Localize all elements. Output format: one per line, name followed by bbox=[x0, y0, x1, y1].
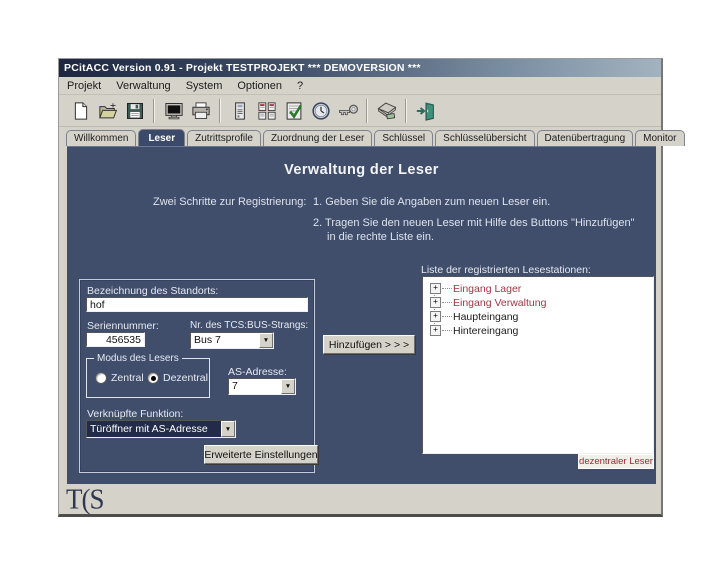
as-adresse-value: 7 bbox=[232, 380, 238, 392]
add-reader-button[interactable]: Hinzufügen > > > bbox=[323, 335, 415, 354]
tab-schluesseluebersicht[interactable]: Schlüsselübersicht bbox=[435, 130, 534, 146]
modus-label: Modus des Lesers bbox=[94, 353, 182, 364]
tab-zuordnung-der-leser[interactable]: Zuordnung der Leser bbox=[263, 130, 372, 146]
menu-item-system[interactable]: System bbox=[186, 80, 223, 92]
clock-icon bbox=[311, 101, 331, 121]
menu-item-optionen[interactable]: Optionen bbox=[237, 80, 282, 92]
leser-tab-panel: Verwaltung der Leser Zwei Schritte zur R… bbox=[67, 146, 656, 484]
toolbar-separator bbox=[153, 99, 155, 123]
registered-readers-list[interactable]: + Eingang Lager + Eingang Verwaltung + H… bbox=[422, 276, 654, 454]
bus-strang-select[interactable]: Bus 7 ▼ bbox=[190, 332, 274, 349]
window-title: PCitACC Version 0.91 - Projekt TESTPROJE… bbox=[64, 62, 421, 74]
tab-datenuebertragung[interactable]: Datenübertragung bbox=[537, 130, 634, 146]
clock-button[interactable] bbox=[307, 98, 334, 124]
open-folder-button[interactable] bbox=[94, 98, 121, 124]
monitor-icon bbox=[164, 101, 184, 121]
chevron-down-icon[interactable]: ▼ bbox=[281, 379, 295, 394]
as-adresse-label: AS-Adresse: bbox=[228, 366, 287, 378]
instruction-step-2: 2. Tragen Sie den neuen Leser mit Hilfe … bbox=[313, 217, 635, 229]
funktion-label: Verknüpfte Funktion: bbox=[87, 408, 183, 420]
expand-icon[interactable]: + bbox=[430, 325, 441, 336]
bus-strang-value: Bus 7 bbox=[194, 334, 221, 346]
tab-willkommen[interactable]: Willkommen bbox=[66, 130, 136, 146]
new-document-icon bbox=[71, 101, 91, 121]
title-bar[interactable]: PCitACC Version 0.91 - Projekt TESTPROJE… bbox=[59, 59, 661, 77]
list-item[interactable]: + Haupteingang bbox=[430, 310, 518, 323]
exit-application-icon bbox=[415, 101, 437, 121]
modus-groupbox: Modus des Lesers Zentral Dezentral bbox=[86, 358, 210, 398]
list-item[interactable]: + Hintereingang bbox=[430, 324, 518, 337]
tree-dash bbox=[442, 302, 452, 303]
check-clipboard-icon bbox=[284, 101, 304, 121]
new-reader-form: Bezeichnung des Standorts: Seriennummer:… bbox=[79, 279, 315, 473]
menu-bar: Projekt Verwaltung System Optionen ? bbox=[59, 77, 661, 95]
print-icon bbox=[191, 101, 211, 121]
print-button[interactable] bbox=[187, 98, 214, 124]
expand-icon[interactable]: + bbox=[430, 311, 441, 322]
toolbar-separator bbox=[405, 99, 407, 123]
radio-dezentral-icon bbox=[147, 372, 159, 384]
menu-item-help[interactable]: ? bbox=[297, 80, 303, 92]
seriennummer-input[interactable] bbox=[86, 332, 145, 347]
save-icon bbox=[125, 101, 145, 121]
expand-icon[interactable]: + bbox=[430, 283, 441, 294]
key-icon bbox=[337, 101, 359, 121]
funktion-value: Türöffner mit AS-Adresse bbox=[90, 423, 208, 435]
open-folder-icon bbox=[98, 101, 118, 121]
registered-readers-label: Liste der registrierten Lesestationen: bbox=[421, 264, 591, 276]
card-reader-button[interactable] bbox=[373, 98, 400, 124]
tree-dash bbox=[442, 330, 452, 331]
tab-schluessel[interactable]: Schlüssel bbox=[374, 130, 433, 146]
schedule-grid-icon bbox=[257, 101, 277, 121]
standort-label: Bezeichnung des Standorts: bbox=[87, 285, 218, 297]
tab-zutrittsprofile[interactable]: Zutrittsprofile bbox=[187, 130, 261, 146]
intro-label: Zwei Schritte zur Registrierung: bbox=[153, 196, 306, 208]
chevron-down-icon[interactable]: ▼ bbox=[221, 421, 235, 437]
radio-zentral[interactable]: Zentral bbox=[95, 372, 144, 384]
monitor-button[interactable] bbox=[160, 98, 187, 124]
application-window: PCitACC Version 0.91 - Projekt TESTPROJE… bbox=[58, 58, 663, 517]
schedule-grid-button[interactable] bbox=[253, 98, 280, 124]
footer-bar: T(S bbox=[59, 484, 661, 514]
advanced-settings-button[interactable]: Erweiterte Einstellungen bbox=[204, 445, 318, 464]
card-reader-icon bbox=[376, 101, 398, 121]
tree-dash bbox=[442, 316, 452, 317]
screenshot-page: PCitACC Version 0.91 - Projekt TESTPROJE… bbox=[0, 0, 720, 570]
toolbar-separator bbox=[219, 99, 221, 123]
tcs-logo: T(S bbox=[66, 485, 104, 513]
toolbar-separator bbox=[366, 99, 368, 123]
radio-dezentral[interactable]: Dezentral bbox=[147, 372, 208, 384]
key-button[interactable] bbox=[334, 98, 361, 124]
reader-list-icon bbox=[230, 101, 250, 121]
expand-icon[interactable]: + bbox=[430, 297, 441, 308]
status-badge: dezentraler Leser bbox=[578, 454, 654, 469]
radio-zentral-icon bbox=[95, 372, 107, 384]
instruction-step-2-continued: in die rechte Liste ein. bbox=[327, 231, 434, 243]
toolbar bbox=[59, 95, 661, 127]
standort-input[interactable] bbox=[86, 297, 308, 312]
tree-dash bbox=[442, 288, 452, 289]
check-clipboard-button[interactable] bbox=[280, 98, 307, 124]
list-item[interactable]: + Eingang Lager bbox=[430, 282, 521, 295]
as-adresse-select[interactable]: 7 ▼ bbox=[228, 378, 296, 395]
tab-leser[interactable]: Leser bbox=[138, 129, 185, 146]
page-title: Verwaltung der Leser bbox=[67, 162, 656, 178]
menu-item-verwaltung[interactable]: Verwaltung bbox=[116, 80, 170, 92]
bus-strang-label: Nr. des TCS:BUS-Strangs: bbox=[190, 320, 308, 331]
funktion-select[interactable]: Türöffner mit AS-Adresse ▼ bbox=[86, 420, 236, 438]
tab-bar: Willkommen Leser Zutrittsprofile Zuordnu… bbox=[59, 127, 661, 146]
new-document-button[interactable] bbox=[67, 98, 94, 124]
instruction-step-1: 1. Geben Sie die Angaben zum neuen Leser… bbox=[313, 196, 550, 208]
chevron-down-icon[interactable]: ▼ bbox=[259, 333, 273, 348]
list-item[interactable]: + Eingang Verwaltung bbox=[430, 296, 546, 309]
exit-application-button[interactable] bbox=[412, 98, 439, 124]
seriennummer-label: Seriennummer: bbox=[87, 320, 159, 332]
tab-monitor[interactable]: Monitor bbox=[635, 130, 684, 146]
save-button[interactable] bbox=[121, 98, 148, 124]
menu-item-projekt[interactable]: Projekt bbox=[67, 80, 101, 92]
reader-list-button[interactable] bbox=[226, 98, 253, 124]
